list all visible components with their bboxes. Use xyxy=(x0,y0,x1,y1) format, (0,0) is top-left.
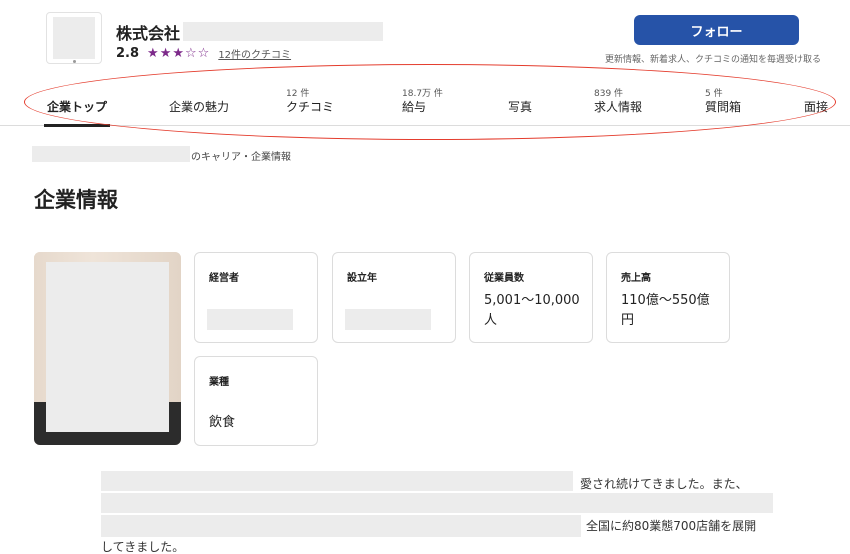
star-full-icon: ★ xyxy=(147,46,159,61)
star-empty-icon: ☆ xyxy=(185,46,197,61)
follow-note: 更新情報、新着求人、クチコミの通知を毎週受け取る xyxy=(605,55,822,65)
card-value-redacted xyxy=(207,309,293,330)
description-redacted xyxy=(101,471,573,491)
star-empty-icon: ☆ xyxy=(197,46,210,61)
card-label: 経営者 xyxy=(209,273,239,284)
company-photo xyxy=(34,252,181,445)
tab-interview[interactable]: 面接 xyxy=(804,80,844,126)
tab-jobs[interactable]: 839 件 求人情報 xyxy=(594,80,648,126)
description-line: 愛され続けてきました。また、 xyxy=(580,477,748,491)
description-redacted xyxy=(101,493,773,513)
description-redacted xyxy=(101,515,581,537)
info-card-ceo: 経営者 xyxy=(194,252,318,343)
tab-company-appeal[interactable]: 企業の魅力 xyxy=(164,80,234,126)
logo-dot xyxy=(73,60,76,63)
logo-image-redacted xyxy=(53,17,95,59)
tab-label: 面接 xyxy=(804,100,829,114)
tab-label: 企業トップ xyxy=(46,100,107,114)
rating-row: 2.8 ★ ★ ★ ☆ ☆ 12件のクチコミ xyxy=(116,46,291,61)
card-value: 飲食 xyxy=(209,415,236,430)
card-label: 売上高 xyxy=(621,273,651,284)
tab-label: クチコミ xyxy=(286,100,335,114)
tab-label: 求人情報 xyxy=(594,100,643,114)
company-name: 株式会社 xyxy=(116,24,181,43)
card-value: 110億〜550億円 xyxy=(621,293,710,328)
card-label: 業種 xyxy=(209,377,229,388)
tab-questions[interactable]: 5 件 質問箱 xyxy=(705,80,745,126)
info-card-revenue: 売上高 110億〜550億円 xyxy=(606,252,730,343)
card-value-redacted xyxy=(345,309,431,330)
card-label: 設立年 xyxy=(347,273,377,284)
star-full-icon: ★ xyxy=(159,46,172,61)
breadcrumb-redacted xyxy=(32,146,190,162)
photo-redacted xyxy=(46,262,169,432)
company-tabs: 企業トップ 企業の魅力 12 件 クチコミ 18.7万 件 給与 写真 839 … xyxy=(0,80,850,127)
breadcrumb: のキャリア・企業情報 xyxy=(191,152,291,163)
card-value: 5,001〜10,000人 xyxy=(484,293,580,328)
tab-reviews[interactable]: 12 件 クチコミ xyxy=(286,80,344,126)
tab-label: 写真 xyxy=(507,100,532,114)
star-full-icon: ★ xyxy=(172,46,184,61)
info-card-employees: 従業員数 5,001〜10,000人 xyxy=(469,252,593,343)
description-line: してきました。 xyxy=(101,540,185,554)
company-name-redacted xyxy=(183,22,383,41)
tab-label: 給与 xyxy=(402,100,427,114)
info-card-industry: 業種 飲食 xyxy=(194,356,318,446)
tab-photos[interactable]: 写真 xyxy=(502,80,538,126)
review-count-link[interactable]: 12件のクチコミ xyxy=(218,46,291,61)
page-title: 企業情報 xyxy=(34,188,118,212)
star-rating: ★ ★ ★ ☆ ☆ xyxy=(147,47,209,60)
description-line: 全国に約80業態700店舗を展開 xyxy=(586,519,757,533)
tab-label: 質問箱 xyxy=(705,100,742,114)
follow-button[interactable]: フォロー xyxy=(634,15,799,45)
tab-salary[interactable]: 18.7万 件 給与 xyxy=(402,80,458,126)
rating-score: 2.8 xyxy=(116,46,140,61)
info-card-founded: 設立年 xyxy=(332,252,456,343)
card-label: 従業員数 xyxy=(484,273,524,284)
tab-label: 企業の魅力 xyxy=(168,100,229,114)
tab-company-top[interactable]: 企業トップ xyxy=(44,80,110,127)
active-tab-underline xyxy=(44,124,110,127)
company-logo xyxy=(46,12,102,64)
